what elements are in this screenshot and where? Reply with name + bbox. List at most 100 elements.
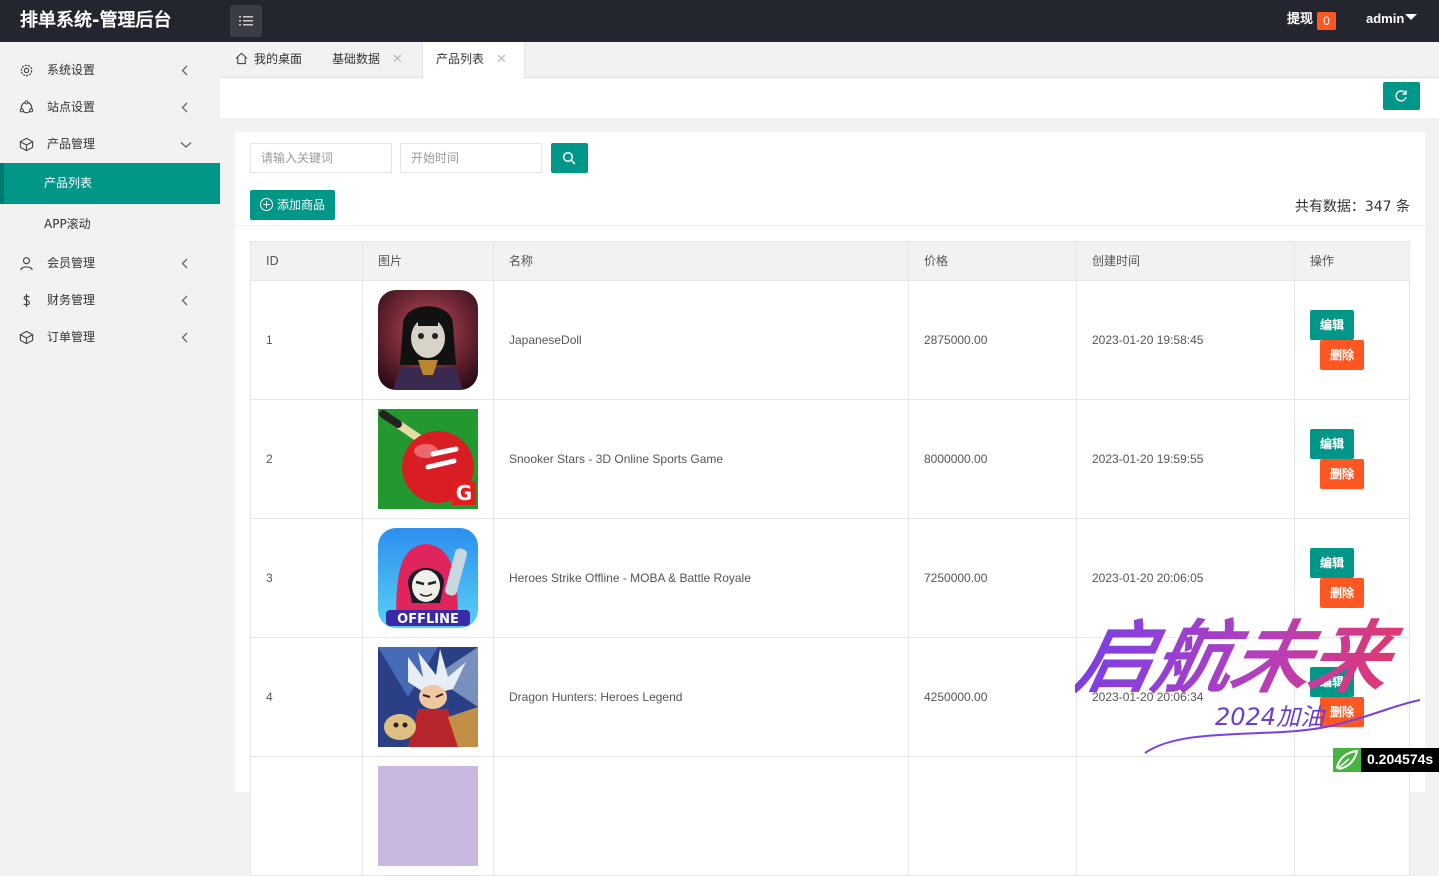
sidebar-item-label: 系统设置 bbox=[47, 63, 96, 77]
column-header-id[interactable]: ID bbox=[251, 242, 362, 280]
column-header-image[interactable]: 图片 bbox=[362, 242, 493, 280]
created-time: 2023-01-20 20:06:05 bbox=[1092, 571, 1204, 585]
menu-toggle-button[interactable] bbox=[230, 5, 262, 37]
sidebar-subitem-label: APP滚动 bbox=[44, 217, 91, 231]
page-toolbar bbox=[220, 78, 1439, 118]
sidebar-item-finance[interactable]: 财务管理 bbox=[0, 282, 220, 319]
box-icon bbox=[19, 137, 34, 152]
created-time: 2023-01-20 19:59:55 bbox=[1092, 452, 1204, 466]
product-thumbnail bbox=[378, 647, 478, 747]
app-title: 排单系统-管理后台 bbox=[20, 10, 172, 31]
product-thumbnail: OFFLINE bbox=[378, 528, 478, 628]
add-product-button[interactable]: 添加商品 bbox=[250, 190, 335, 220]
cell-id: 4 bbox=[251, 638, 362, 756]
refresh-button[interactable] bbox=[1383, 82, 1420, 110]
cell-created: 2023-01-20 20:06:05 bbox=[1076, 519, 1294, 637]
sidebar-item-products[interactable]: 产品管理 bbox=[0, 126, 220, 163]
offline-label: OFFLINE bbox=[397, 612, 459, 627]
cell-price: 7250000.00 bbox=[908, 519, 1076, 637]
cell-actions: 编辑 删除 bbox=[1294, 638, 1409, 756]
game-logo-letter: G bbox=[456, 481, 472, 505]
edit-button[interactable]: 编辑 bbox=[1310, 429, 1354, 459]
cell-created: 2023-01-20 19:59:55 bbox=[1076, 400, 1294, 518]
gear-icon bbox=[20, 64, 33, 77]
cell-name: JapaneseDoll bbox=[493, 281, 908, 399]
table-row: 4 Dragon Hunters: Heroes Legend 4250000.… bbox=[250, 638, 1410, 757]
table-header: ID 图片 名称 价格 创建时间 操作 bbox=[250, 241, 1410, 281]
dragon-hunters-image bbox=[378, 647, 478, 747]
box-icon bbox=[19, 330, 34, 345]
sidebar-item-label: 产品管理 bbox=[47, 137, 96, 151]
cell-created bbox=[1076, 757, 1294, 875]
product-thumbnail bbox=[378, 766, 478, 866]
search-icon bbox=[562, 151, 576, 165]
row-id: 2 bbox=[266, 452, 273, 466]
cell-id bbox=[251, 757, 362, 875]
edit-button[interactable]: 编辑 bbox=[1310, 667, 1354, 697]
delete-button[interactable]: 删除 bbox=[1320, 459, 1364, 489]
plus-circle-icon bbox=[260, 198, 273, 211]
product-name: Dragon Hunters: Heroes Legend bbox=[509, 690, 683, 704]
close-icon[interactable]: ✕ bbox=[496, 42, 507, 77]
tab-label: 我的桌面 bbox=[254, 52, 303, 66]
cell-image bbox=[362, 281, 493, 399]
column-header-price[interactable]: 价格 bbox=[908, 242, 1076, 280]
chevron-left-icon bbox=[181, 102, 188, 113]
cell-id: 1 bbox=[251, 281, 362, 399]
divider bbox=[235, 225, 1425, 226]
chevron-left-icon bbox=[181, 65, 188, 76]
close-icon[interactable]: ✕ bbox=[392, 42, 403, 77]
column-header-name[interactable]: 名称 bbox=[493, 242, 908, 280]
sidebar-subitem-label: 产品列表 bbox=[44, 176, 93, 190]
edit-button[interactable]: 编辑 bbox=[1310, 310, 1354, 340]
product-name: Snooker Stars - 3D Online Sports Game bbox=[509, 452, 724, 466]
product-price: 4250000.00 bbox=[924, 690, 988, 704]
delete-button[interactable]: 删除 bbox=[1320, 578, 1364, 608]
heroes-strike-image: OFFLINE bbox=[378, 528, 478, 628]
refresh-icon bbox=[1395, 90, 1407, 102]
sidebar-item-site[interactable]: 站点设置 bbox=[0, 89, 220, 126]
snooker-image: G bbox=[378, 409, 478, 509]
user-icon bbox=[20, 257, 33, 271]
table-row: 2 G Snooker Stars - 3D Online Sports Gam… bbox=[250, 400, 1410, 519]
tab-basic-data[interactable]: 基础数据 ✕ bbox=[332, 42, 422, 78]
cell-actions: 编辑 删除 bbox=[1294, 281, 1409, 399]
sidebar-item-members[interactable]: 会员管理 bbox=[0, 245, 220, 282]
chevron-left-icon bbox=[181, 258, 188, 269]
sidebar-item-label: 财务管理 bbox=[47, 293, 96, 307]
timer-value: 0.204574s bbox=[1367, 751, 1434, 767]
product-thumbnail: G bbox=[378, 409, 478, 509]
delete-button[interactable]: 删除 bbox=[1320, 340, 1364, 370]
cell-price bbox=[908, 757, 1076, 875]
sidebar-item-orders[interactable]: 订单管理 bbox=[0, 319, 220, 356]
column-header-created[interactable]: 创建时间 bbox=[1076, 242, 1294, 280]
home-icon bbox=[235, 52, 248, 65]
start-date-input[interactable]: 开始时间 bbox=[400, 143, 542, 173]
column-header-actions[interactable]: 操作 bbox=[1294, 242, 1409, 280]
delete-button[interactable]: 删除 bbox=[1320, 697, 1364, 727]
withdraw-count-badge: 0 bbox=[1317, 12, 1336, 30]
tab-desktop[interactable]: 我的桌面 bbox=[234, 42, 324, 78]
created-time: 2023-01-20 19:58:45 bbox=[1092, 333, 1204, 347]
withdraw-link[interactable]: 提现 bbox=[1287, 0, 1313, 42]
search-button[interactable] bbox=[551, 143, 588, 173]
product-thumbnail bbox=[378, 290, 478, 390]
caret-down-icon[interactable] bbox=[1405, 14, 1417, 20]
sidebar-subitem-app-scroll[interactable]: APP滚动 bbox=[0, 204, 220, 245]
created-time: 2023-01-20 20:06:34 bbox=[1092, 690, 1204, 704]
dollar-icon bbox=[23, 293, 30, 308]
cell-created: 2023-01-20 19:58:45 bbox=[1076, 281, 1294, 399]
keyword-input[interactable]: 请输入关键词 bbox=[250, 143, 392, 173]
row-id: 3 bbox=[266, 571, 273, 585]
cell-image: G bbox=[362, 400, 493, 518]
cell-actions bbox=[1294, 757, 1409, 875]
sidebar-subitem-product-list[interactable]: 产品列表 bbox=[0, 163, 220, 204]
cell-name: Heroes Strike Offline - MOBA & Battle Ro… bbox=[493, 519, 908, 637]
cell-actions: 编辑 删除 bbox=[1294, 400, 1409, 518]
network-icon bbox=[19, 100, 34, 114]
top-header: 排单系统-管理后台 提现 0 admin bbox=[0, 0, 1439, 42]
tab-product-list[interactable]: 产品列表 ✕ bbox=[422, 42, 525, 79]
sidebar-item-system[interactable]: 系统设置 bbox=[0, 52, 220, 89]
user-menu[interactable]: admin bbox=[1366, 0, 1404, 42]
edit-button[interactable]: 编辑 bbox=[1310, 548, 1354, 578]
